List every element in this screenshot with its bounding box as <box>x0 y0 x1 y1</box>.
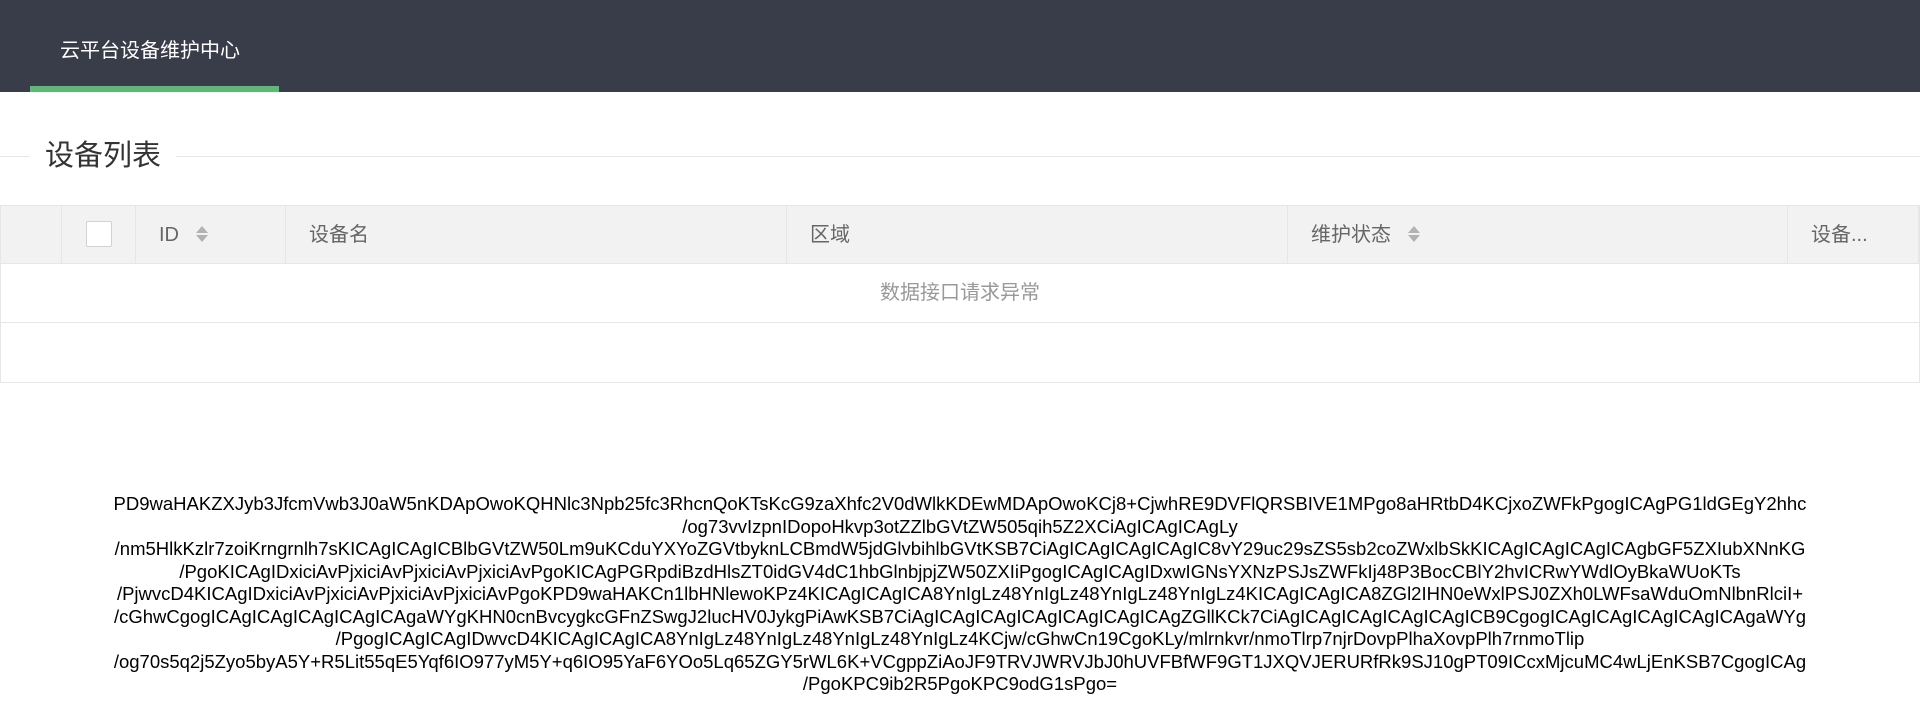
table-empty-row: 数据接口请求异常 <box>1 264 1919 323</box>
column-header-device-name-label: 设备名 <box>309 224 369 246</box>
column-header-id[interactable]: ID <box>136 206 286 264</box>
column-header-device-name: 设备名 <box>286 206 787 264</box>
column-header-maintenance-status-label: 维护状态 <box>1311 224 1391 246</box>
column-header-device-more: 设备... <box>1788 206 1919 264</box>
raw-response-line: /PjwvcD4KICAgIDxiciAvPjxiciAvPjxiciAvPjx… <box>116 583 1804 604</box>
table-header-row: ID 设备名 区域 维护状态 设备... <box>1 206 1919 264</box>
column-header-maintenance-status[interactable]: 维护状态 <box>1288 206 1788 264</box>
top-nav-bar: 云平台设备维护中心 <box>0 0 1920 92</box>
raw-response-line: /og73vvIzpnIDopoHkvp3otZZlbGVtZW505qih5Z… <box>682 515 1238 537</box>
column-header-id-label: ID <box>159 224 179 246</box>
table-header-spacer <box>1 206 62 264</box>
raw-response-line: /nm5HlkKzlr7zoiKrngrnlh7sKICAgICAgICBlbG… <box>114 538 1806 559</box>
raw-response-line: /PgoKPC9ib2R5PgoKPC9odG1sPgo= <box>802 673 1118 694</box>
raw-response-line: /PgoKICAgIDxiciAvPjxiciAvPjxiciAvPjxiciA… <box>179 560 1741 582</box>
column-header-region: 区域 <box>787 206 1288 264</box>
select-all-checkbox[interactable] <box>86 221 112 247</box>
section-title: 设备列表 <box>30 138 177 174</box>
raw-response-text: PD9waHAKZXJyb3JfcmVwb3J0aW5nKDApOwoKQHNl… <box>0 493 1920 696</box>
nav-tab-label: 云平台设备维护中心 <box>60 40 240 62</box>
table-empty-message: 数据接口请求异常 <box>880 282 1040 304</box>
column-header-device-more-label: 设备... <box>1811 224 1868 246</box>
nav-tab-active-indicator <box>30 86 279 92</box>
sort-icon[interactable] <box>195 224 209 244</box>
raw-response-line: /og70s5q2j5Zyo5byA5Y+R5Lit55qE5Yqf6IO977… <box>113 650 1807 672</box>
raw-response-line: /cGhwCgogICAgICAgICAgICAgICAgaWYgKHN0cnB… <box>113 605 1807 627</box>
nav-tab-device-maintenance-center[interactable]: 云平台设备维护中心 <box>30 0 279 92</box>
section-fieldset: 设备列表 <box>0 138 1920 178</box>
column-header-region-label: 区域 <box>810 224 850 246</box>
table-header-select <box>62 206 136 264</box>
section-divider <box>0 156 1920 157</box>
device-table: ID 设备名 区域 维护状态 设备... 数据接口请求异常 <box>0 205 1920 383</box>
table-blank-row <box>1 323 1919 382</box>
raw-response-line: /PgogICAgICAgIDwvcD4KICAgICAgICA8YnIgLz4… <box>335 628 1585 649</box>
sort-icon[interactable] <box>1407 224 1421 244</box>
raw-response-line: PD9waHAKZXJyb3JfcmVwb3J0aW5nKDApOwoKQHNl… <box>113 493 1807 514</box>
